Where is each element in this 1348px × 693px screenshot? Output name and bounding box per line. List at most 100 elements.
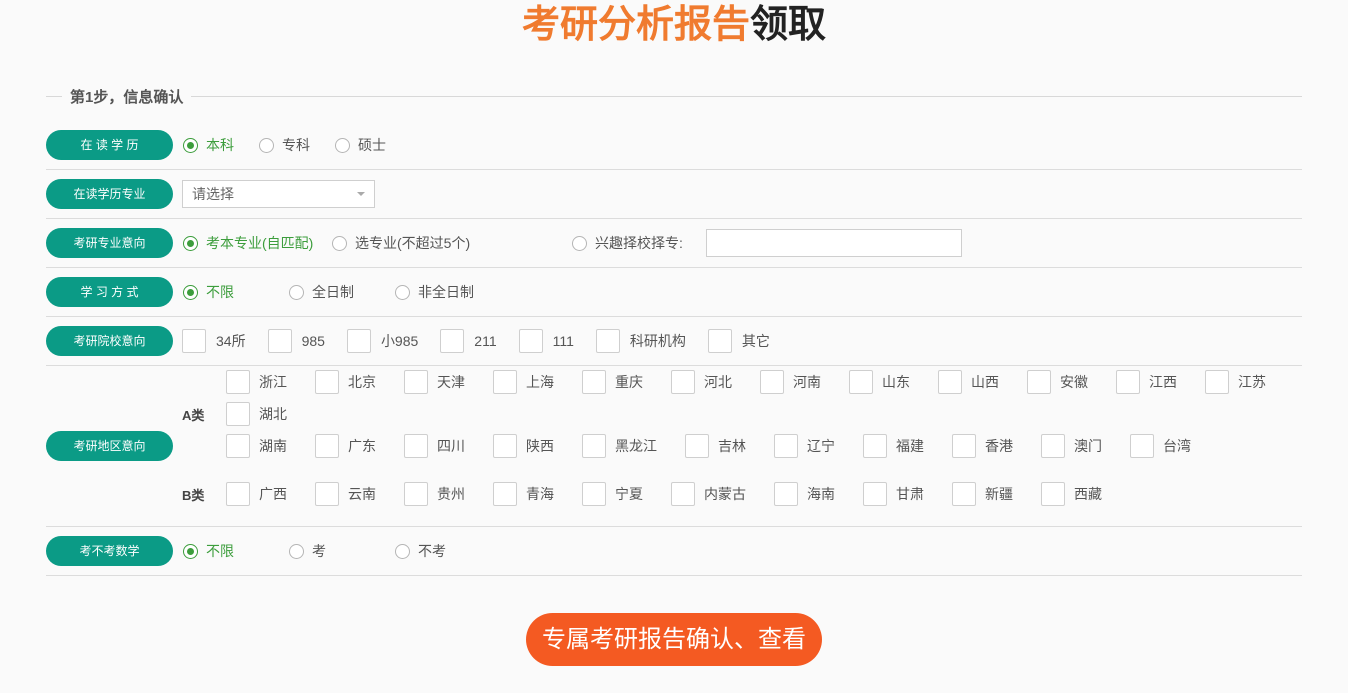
region-checkbox-item[interactable]: 澳门	[1041, 430, 1102, 462]
checkbox-unchecked-icon[interactable]	[1041, 482, 1065, 506]
checkbox-unchecked-icon[interactable]	[315, 434, 339, 458]
checkbox-unchecked-icon[interactable]	[595, 329, 620, 353]
region-checkbox-item[interactable]: 广西	[226, 478, 287, 510]
checkbox-unchecked-icon[interactable]	[267, 329, 292, 353]
checkbox-unchecked-icon[interactable]	[404, 482, 428, 506]
checkbox-unchecked-icon[interactable]	[774, 482, 798, 506]
radio-checked-icon[interactable]	[183, 137, 198, 153]
checkbox-unchecked-icon[interactable]	[1205, 370, 1229, 394]
region-checkbox-item[interactable]: 湖北	[226, 398, 287, 430]
education-option[interactable]: 专科	[259, 135, 335, 155]
education-option[interactable]: 硕士	[335, 135, 411, 155]
checkbox-unchecked-icon[interactable]	[582, 482, 606, 506]
region-checkbox-item[interactable]: 上海	[493, 366, 554, 398]
region-checkbox-item[interactable]: 香港	[952, 430, 1013, 462]
checkbox-unchecked-icon[interactable]	[226, 402, 250, 426]
confirm-view-report-button[interactable]: 专属考研报告确认、查看	[526, 613, 822, 666]
region-checkbox-item[interactable]: 海南	[774, 478, 835, 510]
checkbox-unchecked-icon[interactable]	[518, 329, 543, 353]
checkbox-unchecked-icon[interactable]	[1130, 434, 1154, 458]
radio-checked-icon[interactable]	[183, 284, 198, 300]
checkbox-unchecked-icon[interactable]	[863, 482, 887, 506]
school-checkbox-item[interactable]: 985	[267, 325, 325, 357]
checkbox-unchecked-icon[interactable]	[952, 482, 976, 506]
region-checkbox-item[interactable]: 安徽	[1027, 366, 1088, 398]
checkbox-unchecked-icon[interactable]	[1116, 370, 1140, 394]
region-checkbox-item[interactable]: 山东	[849, 366, 910, 398]
intent-option[interactable]: 选专业(不超过5个)	[332, 233, 572, 253]
interest-school-major-input[interactable]	[705, 229, 962, 257]
checkbox-unchecked-icon[interactable]	[440, 329, 465, 353]
checkbox-unchecked-icon[interactable]	[226, 370, 250, 394]
school-checkbox-item[interactable]: 小985	[346, 325, 418, 357]
region-checkbox-item[interactable]: 青海	[493, 478, 554, 510]
region-checkbox-item[interactable]: 台湾	[1130, 430, 1191, 462]
school-checkbox-item[interactable]: 211	[440, 325, 497, 357]
region-checkbox-item[interactable]: 陕西	[493, 430, 554, 462]
school-checkbox-item[interactable]: 34所	[182, 325, 246, 357]
region-checkbox-item[interactable]: 吉林	[685, 430, 746, 462]
checkbox-unchecked-icon[interactable]	[849, 370, 873, 394]
checkbox-unchecked-icon[interactable]	[685, 434, 709, 458]
checkbox-unchecked-icon[interactable]	[582, 434, 606, 458]
region-checkbox-item[interactable]: 西藏	[1041, 478, 1102, 510]
radio-unchecked-icon[interactable]	[395, 543, 410, 559]
checkbox-unchecked-icon[interactable]	[226, 482, 250, 506]
checkbox-unchecked-icon[interactable]	[938, 370, 962, 394]
checkbox-unchecked-icon[interactable]	[346, 329, 371, 353]
radio-checked-icon[interactable]	[183, 543, 198, 559]
math-option[interactable]: 考	[289, 541, 395, 561]
region-checkbox-item[interactable]: 重庆	[582, 366, 643, 398]
checkbox-unchecked-icon[interactable]	[952, 434, 976, 458]
region-checkbox-item[interactable]: 河南	[760, 366, 821, 398]
school-checkbox-item[interactable]: 111	[518, 325, 574, 357]
region-checkbox-item[interactable]: 浙江	[226, 366, 287, 398]
checkbox-unchecked-icon[interactable]	[493, 434, 517, 458]
radio-unchecked-icon[interactable]	[335, 137, 350, 153]
checkbox-unchecked-icon[interactable]	[182, 329, 206, 353]
region-checkbox-item[interactable]: 江苏	[1205, 366, 1266, 398]
radio-unchecked-icon[interactable]	[572, 235, 587, 251]
region-checkbox-item[interactable]: 甘肃	[863, 478, 924, 510]
checkbox-unchecked-icon[interactable]	[404, 434, 428, 458]
radio-unchecked-icon[interactable]	[395, 284, 410, 300]
region-checkbox-item[interactable]: 广东	[315, 430, 376, 462]
region-checkbox-item[interactable]: 河北	[671, 366, 732, 398]
checkbox-unchecked-icon[interactable]	[760, 370, 784, 394]
education-option[interactable]: 本科	[183, 135, 259, 155]
radio-unchecked-icon[interactable]	[259, 137, 274, 153]
checkbox-unchecked-icon[interactable]	[226, 434, 250, 458]
region-checkbox-item[interactable]: 宁夏	[582, 478, 643, 510]
checkbox-unchecked-icon[interactable]	[774, 434, 798, 458]
region-checkbox-item[interactable]: 云南	[315, 478, 376, 510]
checkbox-unchecked-icon[interactable]	[671, 370, 695, 394]
checkbox-unchecked-icon[interactable]	[671, 482, 695, 506]
math-option[interactable]: 不考	[395, 541, 501, 561]
checkbox-unchecked-icon[interactable]	[493, 370, 517, 394]
checkbox-unchecked-icon[interactable]	[404, 370, 428, 394]
radio-unchecked-icon[interactable]	[289, 543, 304, 559]
checkbox-unchecked-icon[interactable]	[863, 434, 887, 458]
region-checkbox-item[interactable]: 内蒙古	[671, 478, 746, 510]
checkbox-unchecked-icon[interactable]	[582, 370, 606, 394]
region-checkbox-item[interactable]: 湖南	[226, 430, 287, 462]
checkbox-unchecked-icon[interactable]	[1041, 434, 1065, 458]
region-checkbox-item[interactable]: 福建	[863, 430, 924, 462]
region-checkbox-item[interactable]: 新疆	[952, 478, 1013, 510]
radio-unchecked-icon[interactable]	[332, 235, 347, 251]
checkbox-unchecked-icon[interactable]	[315, 482, 339, 506]
region-checkbox-item[interactable]: 北京	[315, 366, 376, 398]
school-checkbox-item[interactable]: 科研机构	[595, 325, 686, 357]
region-checkbox-item[interactable]: 贵州	[404, 478, 465, 510]
study-mode-option[interactable]: 不限	[183, 282, 289, 302]
region-checkbox-item[interactable]: 辽宁	[774, 430, 835, 462]
region-checkbox-item[interactable]: 山西	[938, 366, 999, 398]
region-checkbox-item[interactable]: 江西	[1116, 366, 1177, 398]
checkbox-unchecked-icon[interactable]	[493, 482, 517, 506]
intent-option[interactable]: 兴趣择校择专:	[572, 233, 683, 253]
checkbox-unchecked-icon[interactable]	[1027, 370, 1051, 394]
major-select[interactable]: 请选择	[182, 180, 375, 208]
intent-option[interactable]: 考本专业(自匹配)	[183, 233, 332, 253]
math-option[interactable]: 不限	[183, 541, 289, 561]
region-checkbox-item[interactable]: 黑龙江	[582, 430, 657, 462]
